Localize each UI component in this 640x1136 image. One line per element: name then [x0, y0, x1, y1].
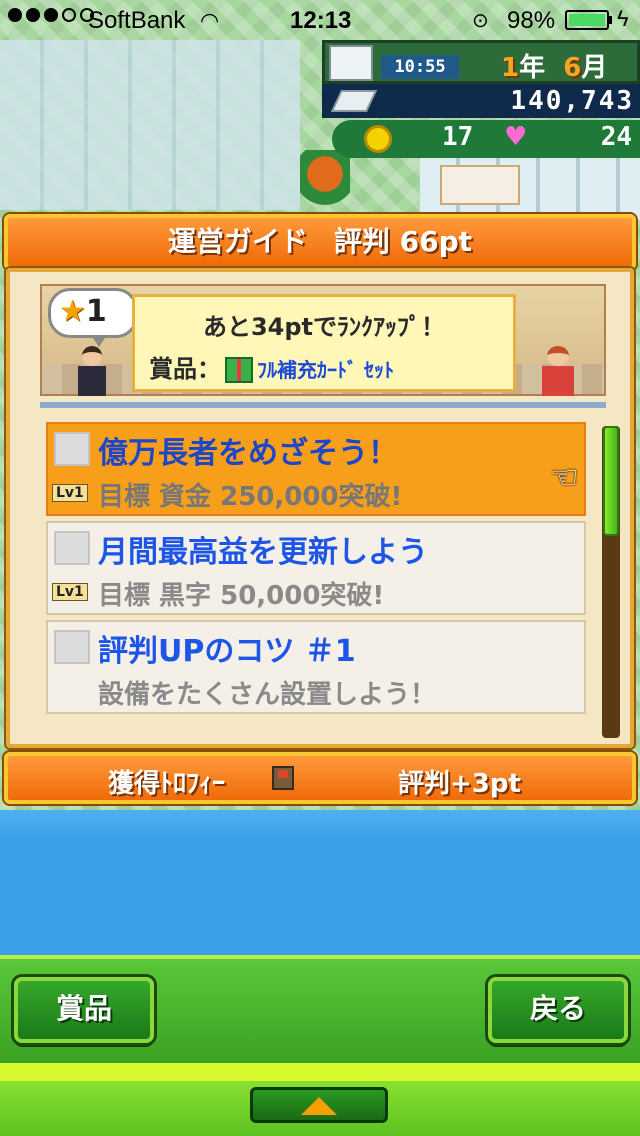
guide-item[interactable]: 億万長者をめざそう！ Lv1 目標 資金 250,000突破! ☜ — [46, 422, 586, 516]
signal-strength-icon — [8, 8, 94, 22]
prize-name: ﾌﾙ補充ｶｰﾄﾞ ｾｯﾄ — [257, 358, 394, 382]
coin-counter: 17 — [442, 122, 474, 152]
scene-building — [0, 40, 300, 210]
trophy-bar: 獲得ﾄﾛﾌｨｰ 評判+3pt — [4, 752, 636, 804]
checkbox — [54, 531, 90, 565]
rank-badge: ★1 — [48, 288, 138, 347]
scrollbar-thumb[interactable] — [603, 426, 619, 536]
back-button[interactable]: 戻る — [488, 977, 628, 1043]
level-badge: Lv1 — [52, 484, 88, 502]
game-date: 1年 6月 — [501, 53, 608, 83]
list-scrollbar[interactable] — [602, 426, 620, 738]
bottom-controls: 賞品 戻る — [0, 955, 640, 1136]
cash-icon — [330, 90, 378, 112]
gift-box-icon — [225, 357, 253, 383]
carrier-name: SoftBank — [88, 7, 186, 34]
money-counter: 140,743 — [510, 86, 634, 116]
up-arrow-icon — [301, 1097, 337, 1115]
trophy-icon — [272, 766, 294, 790]
page-title: 運営ガイド — [167, 225, 308, 258]
rotation-lock-icon: ⊙ — [472, 10, 489, 32]
assistant-character-icon — [542, 346, 574, 396]
scene-plant — [300, 150, 350, 210]
sky-band — [0, 810, 640, 955]
guide-item-title: 評判UPのコツ ＃1 — [98, 634, 356, 669]
expand-menu-button[interactable] — [250, 1087, 388, 1123]
star-icon: ★ — [59, 294, 86, 329]
rankup-message: あと34ptでﾗﾝｸｱｯﾌﾟ！ 賞品： ﾌﾙ補充ｶｰﾄﾞ ｾｯﾄ — [132, 294, 516, 392]
checkbox — [54, 630, 90, 664]
prize-button[interactable]: 賞品 — [14, 977, 154, 1043]
battery-percent: 98% — [507, 7, 556, 34]
heart-icon: ♥ — [504, 122, 528, 152]
heart-counter: 24 — [600, 122, 632, 152]
battery-icon — [565, 10, 609, 30]
guide-item-title: 億万長者をめざそう！ — [98, 436, 398, 471]
reputation-points: 評判 66pt — [333, 225, 473, 258]
guide-panel: ★1 あと34ptでﾗﾝｸｱｯﾌﾟ！ 賞品： ﾌﾙ補充ｶｰﾄﾞ ｾｯﾄ 億万長者を… — [6, 268, 634, 748]
status-time: 12:13 — [290, 7, 352, 34]
manager-character-icon — [78, 346, 106, 396]
rank-banner: ★1 あと34ptでﾗﾝｸｱｯﾌﾟ！ 賞品： ﾌﾙ補充ｶｰﾄﾞ ｾｯﾄ — [40, 284, 606, 396]
level-badge: Lv1 — [52, 583, 88, 601]
guide-item-description: 目標 黒字 50,000突破! — [98, 581, 385, 611]
guide-item-description: 設備をたくさん設置しよう！ — [98, 680, 437, 710]
game-clock: 10:55 — [381, 55, 459, 79]
rankup-text: あと34ptでﾗﾝｸｱｯﾌﾟ！ — [202, 313, 446, 341]
guide-item[interactable]: 月間最高益を更新しよう Lv1 目標 黒字 50,000突破! — [46, 521, 586, 615]
guide-item-title: 月間最高益を更新しよう — [98, 535, 428, 570]
wifi-icon: ◠ — [200, 8, 220, 33]
guide-item-description: 目標 資金 250,000突破! — [98, 482, 403, 512]
status-bar: SoftBank ◠ 12:13 ⊙ 98% ϟ — [0, 0, 640, 40]
prize-line: 賞品： ﾌﾙ補充ｶｰﾄﾞ ｾｯﾄ — [149, 355, 394, 383]
trophy-label: 獲得ﾄﾛﾌｨｰ — [108, 769, 226, 799]
guide-title-bar: 運営ガイド 評判 66pt — [4, 214, 636, 270]
divider — [40, 402, 606, 408]
checkbox — [54, 432, 90, 466]
clock-icon — [329, 45, 373, 81]
game-hud: 10:55 1年 6月 140,743 17 ♥ 24 — [322, 40, 640, 158]
scene-counter — [440, 165, 520, 205]
pointing-hand-icon: ☜ — [550, 458, 579, 496]
trophy-reward: 評判+3pt — [398, 769, 521, 799]
charging-icon: ϟ — [617, 6, 629, 31]
coin-icon — [364, 125, 392, 153]
guide-item[interactable]: 評判UPのコツ ＃1 設備をたくさん設置しよう！ — [46, 620, 586, 714]
guide-list[interactable]: 億万長者をめざそう！ Lv1 目標 資金 250,000突破! ☜ 月間最高益を… — [46, 422, 586, 722]
